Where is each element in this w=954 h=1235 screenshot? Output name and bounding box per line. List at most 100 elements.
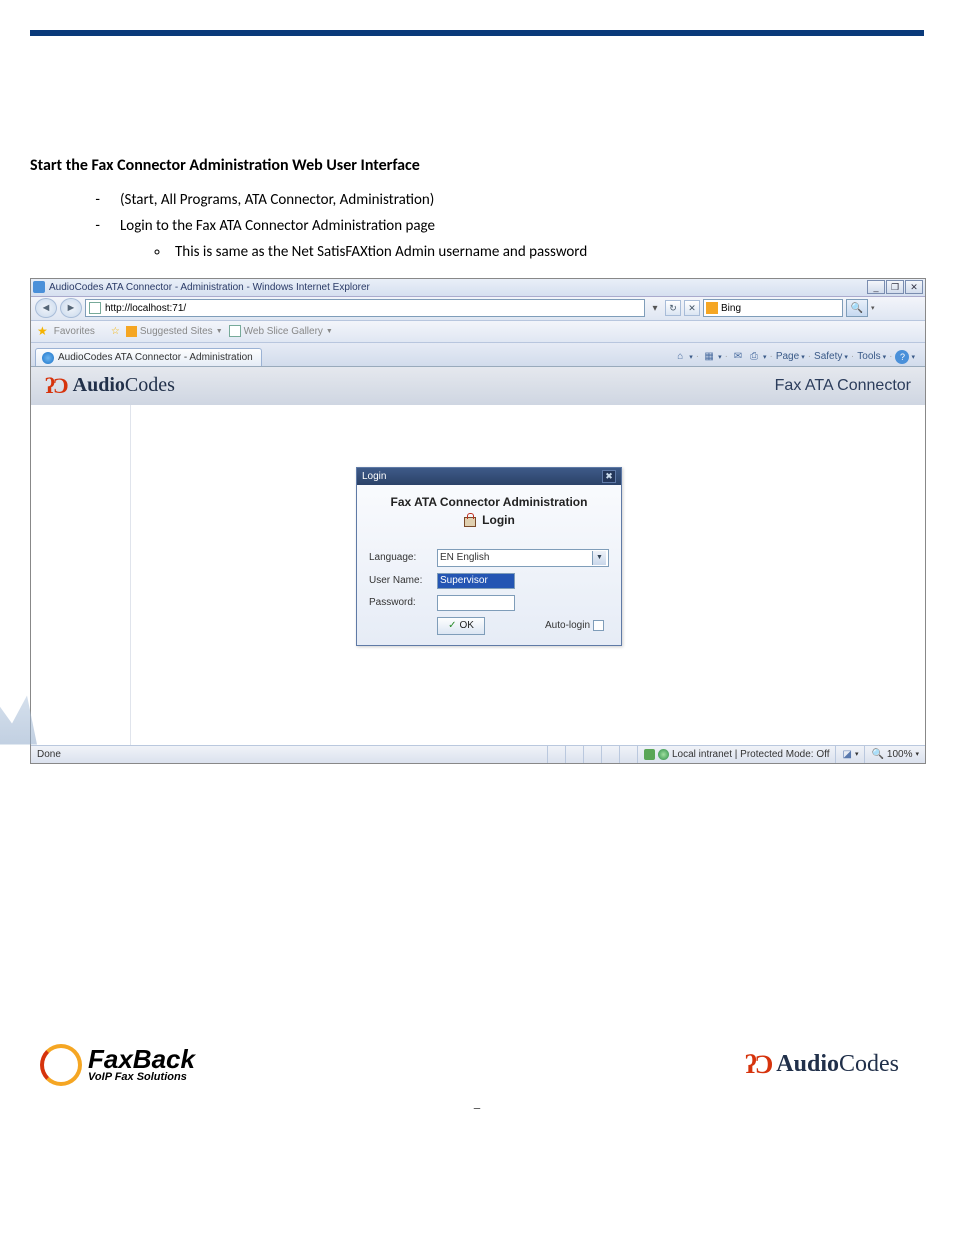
web-slice-gallery-link[interactable]: Web Slice Gallery ▼ [229,325,333,337]
tab-label: AudioCodes ATA Connector - Administratio… [58,352,253,363]
favorites-add-icon[interactable]: ☆ [111,326,120,337]
shield-icon [644,749,655,760]
page-number: _ [30,1096,924,1121]
app-header-title: Fax ATA Connector [775,377,911,395]
login-heading: Fax ATA Connector Administration [369,495,609,509]
status-cell [583,746,601,763]
titlebar: AudioCodes ATA Connector - Administratio… [31,279,925,297]
language-select[interactable]: EN English ▼ [437,549,609,567]
doc-list: (Start, All Programs, ATA Connector, Adm… [100,189,924,264]
search-input[interactable]: Bing [703,299,843,317]
zoom-cell[interactable]: 🔍 100% ▾ [864,746,925,763]
security-zone-cell[interactable]: Local intranet | Protected Mode: Off [637,746,836,763]
forward-button[interactable]: ► [60,298,82,318]
login-dialog: Login ✖ Fax ATA Connector Administration… [356,467,622,646]
suggested-icon [126,326,137,337]
suggested-sites-label: Suggested Sites [140,326,213,337]
login-subheading: Login [369,513,609,527]
faxback-tagline: VoIP Fax Solutions [88,1072,195,1082]
search-dropdown-icon[interactable]: ▾ [871,304,875,312]
suggested-sites-link[interactable]: Suggested Sites ▼ [126,326,223,337]
audiocodes-logo: ʔƆ AudioCodes [745,1050,899,1080]
login-title-text: Login [362,471,602,482]
ok-label: OK [459,620,473,631]
page-icon [89,302,101,314]
chevron-down-icon: ▼ [216,328,223,335]
zone-text: Local intranet | Protected Mode: Off [672,749,830,760]
faxback-swirl-icon [40,1044,82,1086]
logo-mark-icon: ʔƆ [45,373,67,399]
window-title: AudioCodes ATA Connector - Administratio… [49,282,867,293]
feeds-icon[interactable]: ▦ [702,350,716,364]
chevron-down-icon: ▼ [326,328,333,335]
print-icon[interactable]: ⎙ [747,350,761,364]
sidebar [31,405,131,745]
favorites-label: Favorites [54,326,95,337]
command-bar: ⌂▾ · ▦▾ · ✉ ⎙▾ · Page▾ · Safety▾ · Tools… [667,348,921,366]
web-slice-label: Web Slice Gallery [244,326,323,337]
login-close-button[interactable]: ✖ [602,470,616,483]
help-icon[interactable]: ? [895,350,909,364]
zoom-value: 100% [887,749,913,760]
browser-tab[interactable]: AudioCodes ATA Connector - Administratio… [35,348,262,366]
status-cell [619,746,637,763]
header-rule [30,30,924,36]
zoom-mode-icon: ◪ [842,749,851,760]
home-icon[interactable]: ⌂ [673,350,687,364]
url-input[interactable]: http://localhost:71/ [85,299,645,317]
minimize-button[interactable]: _ [867,280,885,294]
favorites-bar: ★ Favorites ☆ Suggested Sites ▼ Web Slic… [31,321,925,343]
chevron-down-icon: ▼ [592,551,606,565]
username-label: User Name: [369,575,437,586]
doc-bullet-2-text: Login to the Fax ATA Connector Administr… [120,217,435,235]
check-icon: ✓ [448,620,456,631]
url-dropdown-icon[interactable]: ▾ [648,303,662,314]
faxback-name: FaxBack [88,1047,195,1072]
page-menu[interactable]: Page▾ [776,351,805,362]
close-button[interactable]: ✕ [905,280,923,294]
logo-text-a: Audio [776,1051,839,1077]
url-text: http://localhost:71/ [105,303,186,314]
logo-mark-icon: ʔƆ [745,1050,771,1080]
faxback-logo: FaxBack VoIP Fax Solutions [40,1044,195,1086]
refresh-button[interactable]: ↻ [665,300,681,316]
logo-text-b: Codes [125,374,175,396]
status-cell [547,746,565,763]
autologin-checkbox[interactable] [593,620,604,631]
restore-button[interactable]: ❐ [886,280,904,294]
app-header: ʔƆ AudioCodes Fax ATA Connector [31,367,925,405]
status-left: Done [31,749,67,760]
language-value: EN English [440,552,489,563]
app-body: Login ✖ Fax ATA Connector Administration… [31,405,925,745]
ie-icon [33,281,45,293]
password-label: Password: [369,597,437,608]
status-cell [601,746,619,763]
bing-icon [706,302,718,314]
search-go-button[interactable]: 🔍 [846,299,868,317]
ok-button[interactable]: ✓ OK [437,617,485,635]
browser-window: AudioCodes ATA Connector - Administratio… [30,278,926,764]
status-bar: Done Local intranet | Protected Mode: Of… [31,745,925,763]
ie-icon [42,352,54,364]
favorites-star-icon[interactable]: ★ [37,324,48,338]
back-button[interactable]: ◄ [35,298,57,318]
doc-bullet-2: Login to the Fax ATA Connector Administr… [100,215,924,264]
lock-icon [463,513,477,527]
read-mail-icon[interactable]: ✉ [731,350,745,364]
language-label: Language: [369,552,437,563]
tools-menu[interactable]: Tools▾ [857,351,886,362]
doc-bullet-1: (Start, All Programs, ATA Connector, Adm… [100,189,924,212]
address-bar: ◄ ► http://localhost:71/ ▾ ↻ ✕ Bing 🔍 ▾ [31,297,925,321]
stop-button[interactable]: ✕ [684,300,700,316]
autologin-label: Auto-login [545,620,590,631]
username-input[interactable]: Supervisor [437,573,515,589]
watermark-graphic [0,675,37,745]
login-sub-text: Login [482,513,515,527]
logo-text-a: Audio [73,374,125,396]
globe-icon [658,749,669,760]
safety-menu[interactable]: Safety▾ [814,351,848,362]
password-input[interactable] [437,595,515,611]
doc-sub-bullet: This is same as the Net SatisFAXtion Adm… [170,241,924,264]
status-cell [565,746,583,763]
zoom-mode-cell[interactable]: ◪▾ [835,746,864,763]
